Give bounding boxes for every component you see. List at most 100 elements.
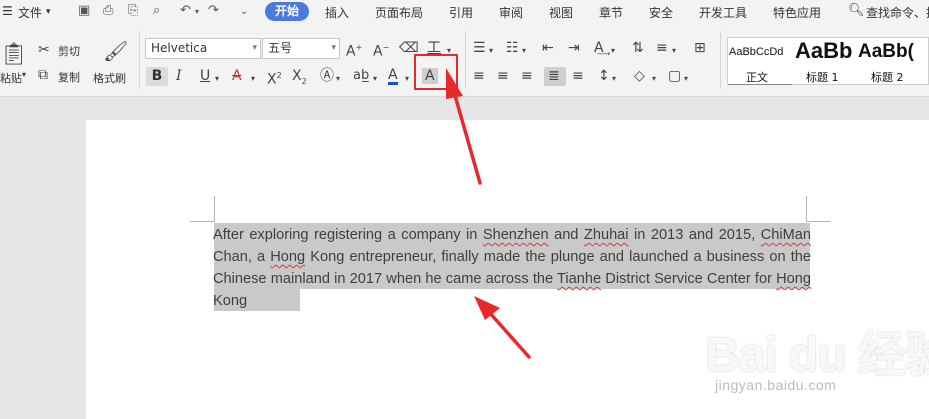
command-search[interactable]: 查找命令、搜 xyxy=(866,4,929,21)
paragraph-spacing-chevron-icon[interactable]: ▾ xyxy=(612,71,616,87)
subscript-button[interactable]: X2 xyxy=(292,68,307,90)
bullet-list-chevron-icon[interactable]: ▾ xyxy=(489,43,493,59)
table-icon[interactable]: ⊞ xyxy=(694,40,706,56)
paragraph-spacing-icon[interactable]: ↕ xyxy=(598,68,610,84)
text-direction-icon[interactable]: A͢ xyxy=(594,40,604,56)
align-left-icon[interactable]: ≡ xyxy=(473,68,485,84)
style-heading1-preview[interactable]: AaBb xyxy=(795,38,852,64)
tab-view[interactable]: 视图 xyxy=(549,4,573,21)
shading-icon[interactable]: ◇ xyxy=(634,68,645,84)
align-justify-icon[interactable]: ≣ xyxy=(548,68,560,84)
style-normal-underline xyxy=(728,84,792,85)
font-size-chevron-icon[interactable]: ▾ xyxy=(331,39,336,58)
save-icon[interactable]: ▣ xyxy=(78,3,90,18)
menu-bar: ☰ 文件 ▾ ▣ ⎙ ⎘ ⌕ ↶ ▾ ↷ ⌄ 开始 插入 页面布局 引用 审阅 … xyxy=(0,0,929,25)
strikethrough-chevron-icon[interactable]: ▾ xyxy=(251,71,255,87)
font-color-chevron-icon[interactable]: ▾ xyxy=(405,71,409,87)
misspelled-word: ChiMan xyxy=(760,227,812,243)
misspelled-word: Hong xyxy=(270,249,306,265)
bullet-list-icon[interactable]: ☰ xyxy=(473,40,486,56)
tab-security[interactable]: 安全 xyxy=(649,4,673,21)
sort-icon[interactable]: ⇅ xyxy=(632,40,644,56)
tab-home[interactable]: 开始 xyxy=(265,2,309,21)
tab-developer[interactable]: 开发工具 xyxy=(699,4,747,21)
undo-chevron-icon[interactable]: ▾ xyxy=(195,7,199,16)
watermark-url: jingyan.baidu.com xyxy=(715,377,837,393)
print-preview-icon[interactable]: ⌕ xyxy=(153,3,160,18)
tab-references[interactable]: 引用 xyxy=(449,4,473,21)
distributed-align-icon[interactable]: ≡ xyxy=(572,68,584,84)
format-painter-button[interactable]: 格式刷 xyxy=(93,70,126,86)
misspelled-word: Shenzhen xyxy=(482,227,549,243)
misspelled-word: Hong xyxy=(776,271,811,287)
decrease-indent-icon[interactable]: ⇤ xyxy=(542,40,554,56)
font-size-combo[interactable]: 五号 ▾ xyxy=(262,38,340,59)
style-heading1-label[interactable]: 标题 1 xyxy=(806,69,839,85)
font-size-value: 五号 xyxy=(268,41,293,55)
font-color-icon[interactable]: A xyxy=(388,68,398,85)
underline-chevron-icon[interactable]: ▾ xyxy=(215,71,219,87)
font-name-chevron-icon[interactable]: ▾ xyxy=(252,39,257,58)
text-direction-chevron-icon[interactable]: ▾ xyxy=(611,43,615,59)
redo-icon[interactable]: ↷ xyxy=(208,3,219,18)
text-run: in 2013 and 2015, xyxy=(628,227,761,243)
style-heading2-label[interactable]: 标题 2 xyxy=(871,69,904,85)
file-menu[interactable]: 文件 xyxy=(18,4,42,21)
tab-special-apps[interactable]: 特色应用 xyxy=(773,4,821,21)
export-pdf-icon[interactable]: ⎙ xyxy=(103,3,113,18)
paste-button[interactable]: 粘贴 xyxy=(0,70,22,86)
font-name-value: Helvetica xyxy=(151,41,208,55)
italic-button[interactable]: I xyxy=(176,68,182,84)
document-paragraph[interactable]: After exploring registering a company in… xyxy=(213,224,811,312)
text-effects-chevron-icon[interactable]: ▾ xyxy=(336,71,340,87)
margin-mark xyxy=(806,221,831,222)
character-shading-icon[interactable]: A xyxy=(422,68,438,84)
font-name-combo[interactable]: Helvetica ▾ xyxy=(145,38,261,59)
align-center-icon[interactable]: ≡ xyxy=(497,68,509,84)
text-run: and xyxy=(548,227,584,243)
borders-chevron-icon[interactable]: ▾ xyxy=(684,71,688,87)
text-effects-icon[interactable]: Ⓐ xyxy=(320,68,334,84)
text-run: After exploring registering a company in xyxy=(213,227,483,243)
format-painter-icon[interactable]: 🖌︎ xyxy=(103,40,128,62)
tab-chapter[interactable]: 章节 xyxy=(599,4,623,21)
style-normal-label[interactable]: 正文 xyxy=(746,69,768,85)
borders-icon[interactable]: ▢ xyxy=(668,68,681,84)
print-icon[interactable]: ⎘ xyxy=(128,3,138,18)
copy-button[interactable]: 复制 xyxy=(58,69,80,85)
align-right-icon[interactable]: ≡ xyxy=(521,68,533,84)
search-icon[interactable]: 🔍︎ xyxy=(848,3,865,18)
line-spacing-menu-chevron-icon[interactable]: ▾ xyxy=(672,43,676,59)
increase-indent-icon[interactable]: ⇥ xyxy=(568,40,580,56)
highlight-color-chevron-icon[interactable]: ▾ xyxy=(373,71,377,87)
bold-button[interactable]: B xyxy=(146,67,168,86)
shrink-font-icon[interactable]: A− xyxy=(373,40,389,60)
customize-toolbar-icon[interactable]: ⌄ xyxy=(240,6,248,17)
baidu-watermark: Bai du 经验 jingyan.baidu.com xyxy=(705,315,929,405)
tab-page-layout[interactable]: 页面布局 xyxy=(375,4,423,21)
superscript-button[interactable]: X2 xyxy=(267,68,282,88)
divider xyxy=(720,31,721,89)
numbered-list-chevron-icon[interactable]: ▾ xyxy=(522,43,526,59)
tab-review[interactable]: 审阅 xyxy=(499,4,523,21)
style-heading2-preview[interactable]: AaBb( xyxy=(858,41,914,63)
copy-icon[interactable]: ⧉ xyxy=(38,67,48,83)
underline-button[interactable]: U xyxy=(200,68,210,84)
paste-icon[interactable]: 📋︎ xyxy=(0,43,28,67)
cut-button[interactable]: 剪切 xyxy=(58,43,80,59)
style-normal-preview[interactable]: AaBbCcDd xyxy=(729,46,783,58)
highlight-color-icon[interactable]: ab̲ xyxy=(353,68,369,84)
divider xyxy=(139,31,140,89)
numbered-list-icon[interactable]: ☷ xyxy=(506,40,519,56)
tab-insert[interactable]: 插入 xyxy=(325,4,349,21)
cut-icon[interactable]: ✂ xyxy=(38,42,50,58)
undo-icon[interactable]: ↶ xyxy=(180,3,191,18)
line-spacing-menu-icon[interactable]: ≡ xyxy=(656,40,668,56)
hamburger-icon[interactable]: ☰ xyxy=(2,4,13,18)
grow-font-icon[interactable]: A+ xyxy=(346,40,362,60)
file-menu-chevron-icon[interactable]: ▾ xyxy=(46,7,51,17)
strikethrough-button[interactable]: A xyxy=(232,68,242,84)
paste-chevron-icon[interactable]: ▾ xyxy=(22,70,26,79)
shading-chevron-icon[interactable]: ▾ xyxy=(652,71,656,87)
margin-mark xyxy=(190,221,215,222)
